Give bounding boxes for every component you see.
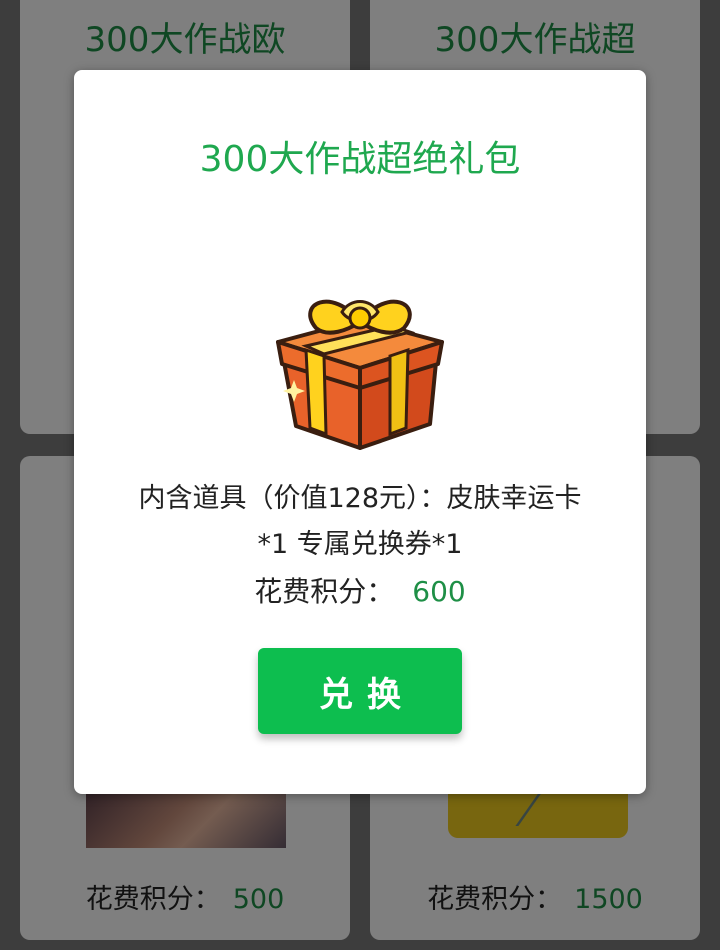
description-line: *1 专属兑换券*1 [257,529,463,560]
dialog-title: 300大作战超绝礼包 [199,139,521,180]
gift-box-icon [272,276,448,452]
cost-label: 花费积分： [254,575,395,608]
description-line: 内含道具（价值128元）：皮肤幸运卡 [138,483,582,514]
gift-cost: 花费积分： 600 [74,570,646,610]
gift-pack-dialog: 300大作战超绝礼包 内含道具（价值128元）：皮肤幸运卡 *1 专属兑换券*1… [74,70,646,794]
redeem-button[interactable]: 兑换 [258,648,462,734]
gift-contents-description: 内含道具（价值128元）：皮肤幸运卡 *1 专属兑换券*1 [114,476,606,568]
cost-value: 600 [412,575,466,608]
